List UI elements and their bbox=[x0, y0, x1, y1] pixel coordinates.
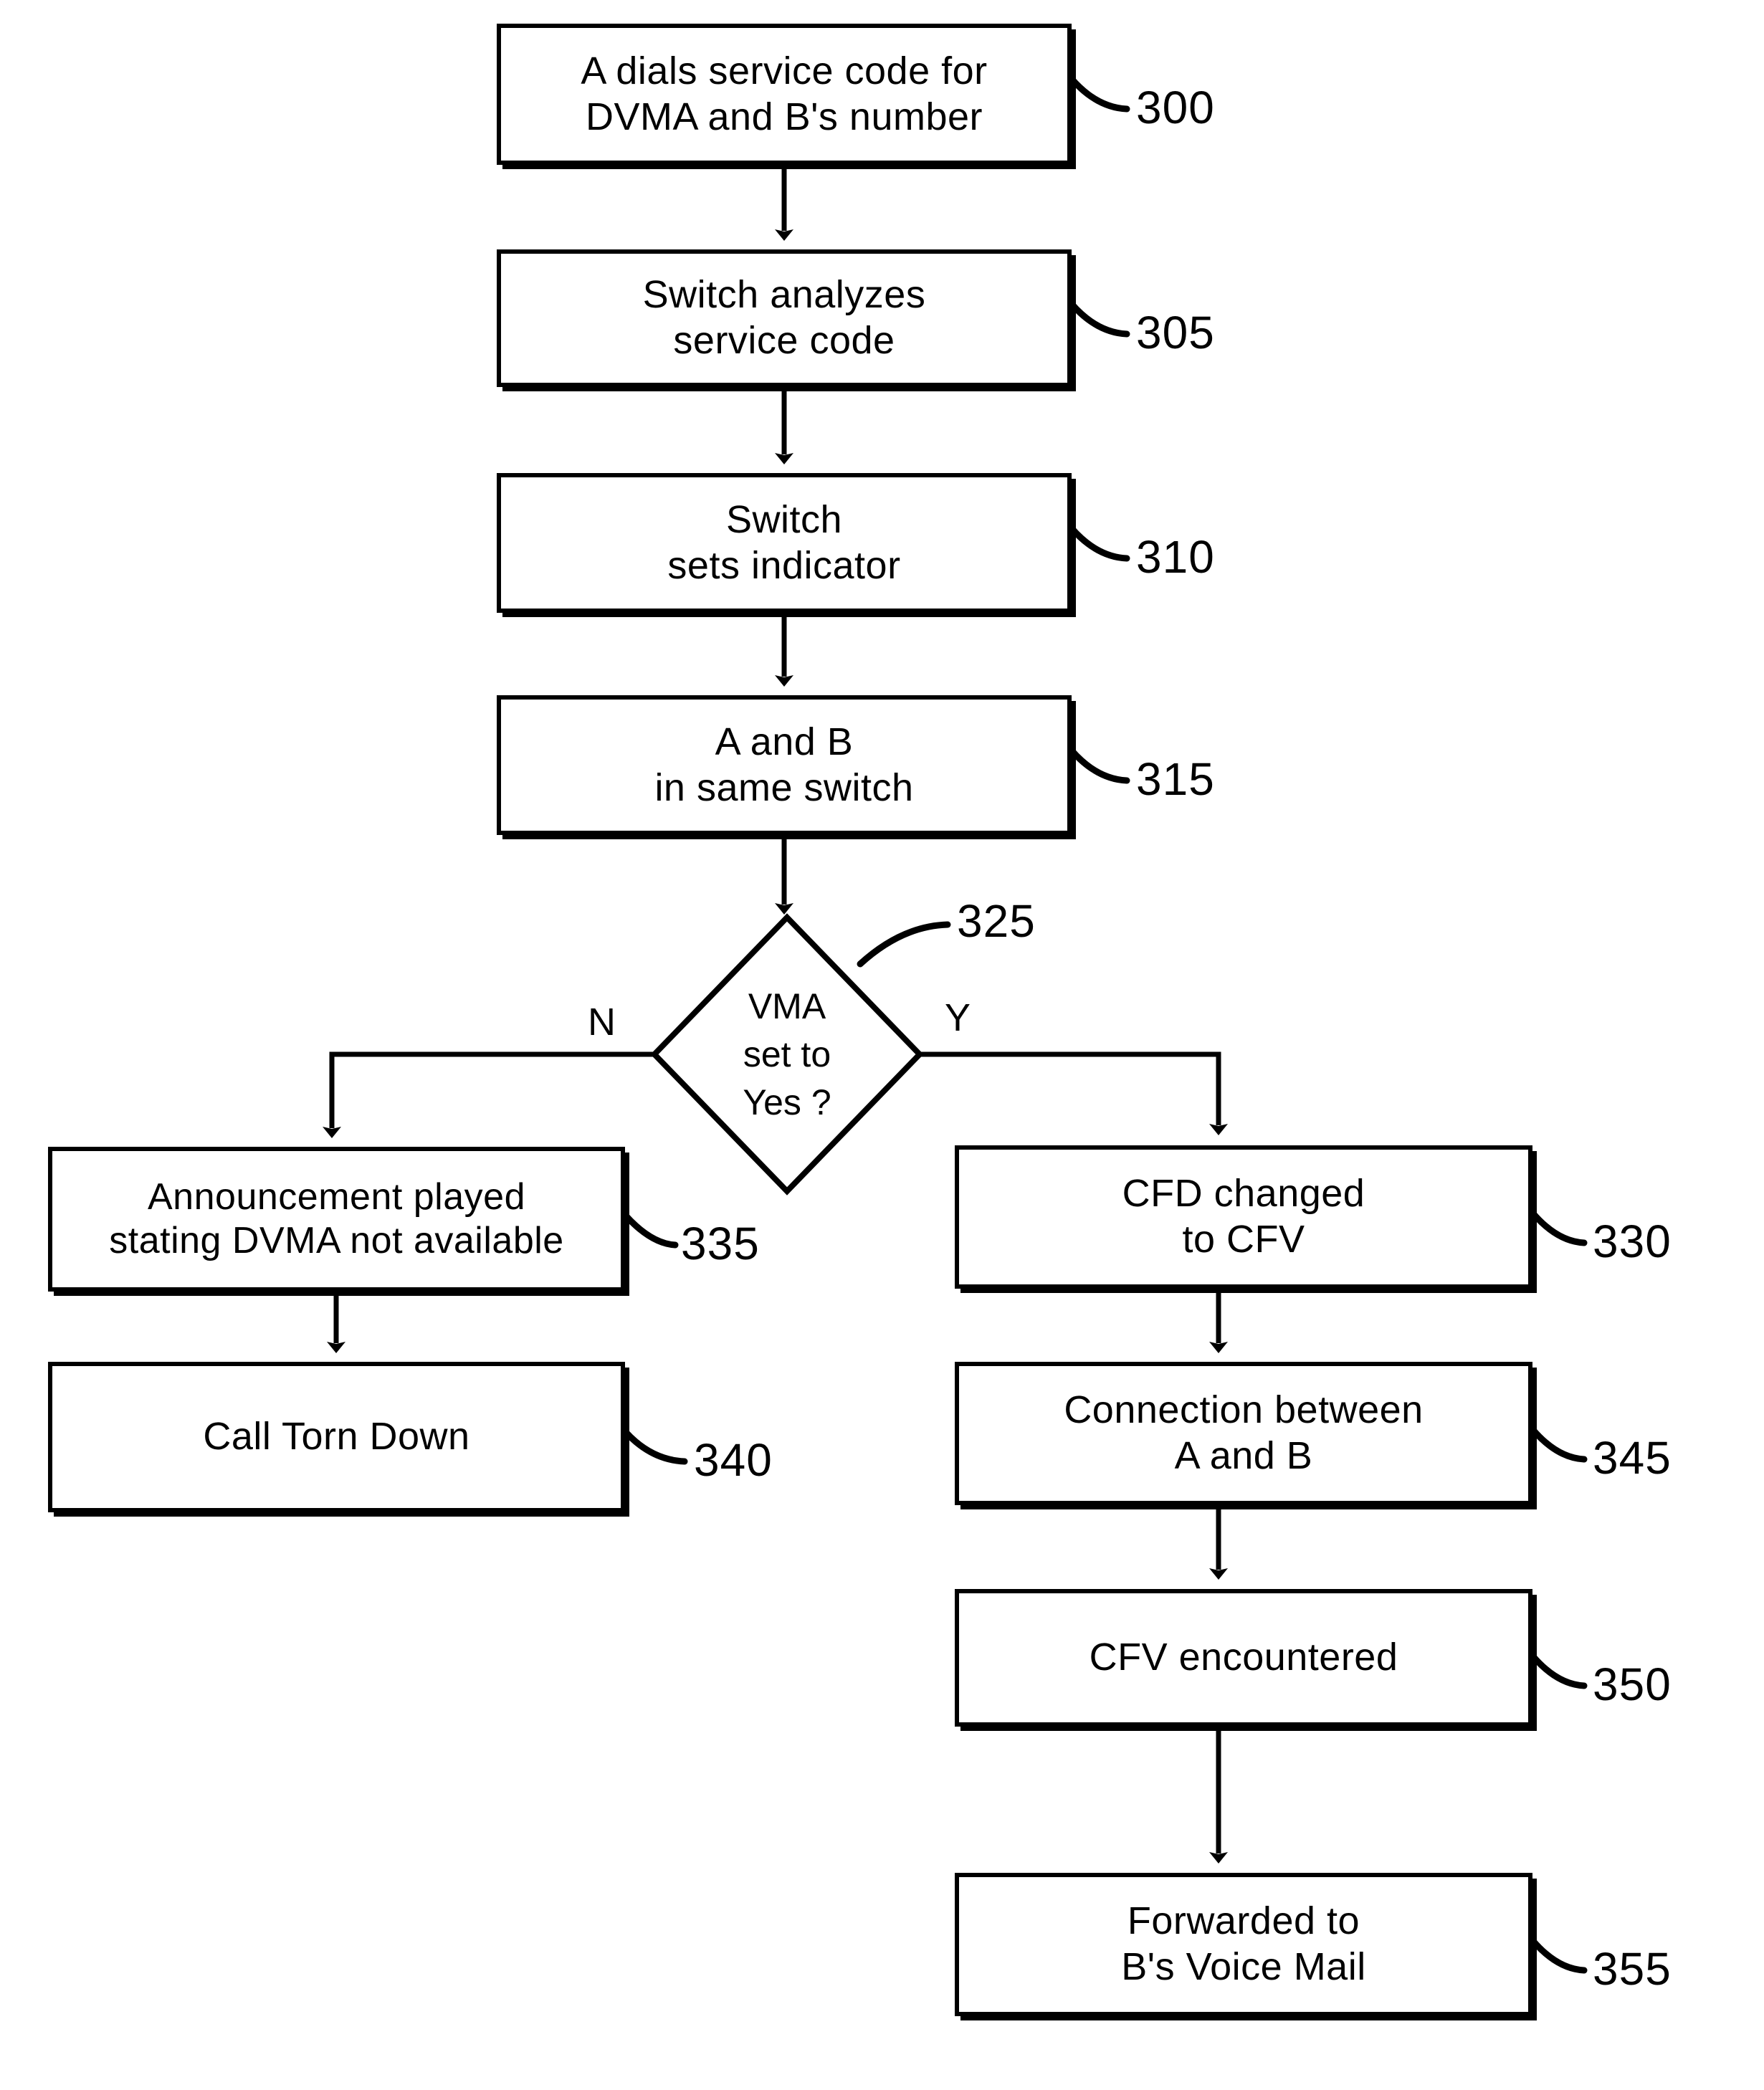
node-300[interactable]: A dials service code for DVMA and B's nu… bbox=[497, 24, 1072, 165]
ref-numeral-325: 325 bbox=[957, 895, 1036, 947]
leader-305 bbox=[1068, 300, 1130, 338]
node-325-decision[interactable]: VMA set to Yes ? bbox=[650, 913, 924, 1196]
node-350-label: CFV encountered bbox=[1089, 1636, 1398, 1679]
node-310[interactable]: Switch sets indicator bbox=[497, 473, 1072, 613]
leader-300 bbox=[1068, 75, 1130, 113]
node-315[interactable]: A and B in same switch bbox=[497, 695, 1072, 835]
leader-310 bbox=[1068, 525, 1130, 562]
leader-350 bbox=[1529, 1652, 1588, 1689]
flowchart-canvas: A dials service code for DVMA and B's nu… bbox=[0, 0, 1764, 2090]
node-330-label: CFD changed to CFV bbox=[1122, 1172, 1365, 1261]
branch-label-no: N bbox=[588, 1001, 616, 1044]
ref-numeral-355: 355 bbox=[1593, 1943, 1672, 1995]
ref-numeral-305: 305 bbox=[1136, 307, 1215, 358]
ref-numeral-340: 340 bbox=[694, 1434, 773, 1486]
node-340[interactable]: Call Torn Down bbox=[48, 1362, 625, 1512]
ref-numeral-345: 345 bbox=[1593, 1432, 1672, 1484]
branch-label-yes: Y bbox=[945, 996, 971, 1039]
node-310-label: Switch sets indicator bbox=[667, 497, 901, 587]
node-300-label: A dials service code for DVMA and B's nu… bbox=[581, 49, 988, 138]
node-305-label: Switch analyzes service code bbox=[642, 273, 926, 362]
ref-numeral-330: 330 bbox=[1593, 1216, 1672, 1267]
leader-355 bbox=[1529, 1937, 1588, 1974]
node-355-label: Forwarded to B's Voice Mail bbox=[1121, 1899, 1366, 1988]
ref-numeral-310: 310 bbox=[1136, 531, 1215, 583]
node-345-label: Connection between A and B bbox=[1064, 1388, 1424, 1477]
node-305[interactable]: Switch analyzes service code bbox=[497, 249, 1072, 387]
node-355[interactable]: Forwarded to B's Voice Mail bbox=[955, 1873, 1532, 2016]
diamond-shape bbox=[650, 913, 924, 1196]
leader-315 bbox=[1068, 747, 1130, 784]
leader-340 bbox=[621, 1428, 688, 1465]
leader-330 bbox=[1529, 1209, 1588, 1246]
leader-345 bbox=[1529, 1426, 1588, 1463]
edge-325-330 bbox=[920, 1051, 1228, 1135]
node-330[interactable]: CFD changed to CFV bbox=[955, 1145, 1532, 1289]
ref-numeral-315: 315 bbox=[1136, 753, 1215, 805]
edge-325-335 bbox=[323, 1051, 654, 1138]
node-345[interactable]: Connection between A and B bbox=[955, 1362, 1532, 1505]
node-315-label: A and B in same switch bbox=[654, 720, 914, 809]
ref-numeral-300: 300 bbox=[1136, 82, 1215, 133]
node-340-label: Call Torn Down bbox=[203, 1415, 470, 1459]
ref-numeral-350: 350 bbox=[1593, 1659, 1672, 1710]
ref-numeral-335: 335 bbox=[681, 1218, 760, 1269]
leader-335 bbox=[621, 1211, 679, 1249]
node-350[interactable]: CFV encountered bbox=[955, 1589, 1532, 1727]
node-335-label: Announcement played stating DVMA not ava… bbox=[109, 1175, 564, 1261]
node-335[interactable]: Announcement played stating DVMA not ava… bbox=[48, 1147, 625, 1292]
